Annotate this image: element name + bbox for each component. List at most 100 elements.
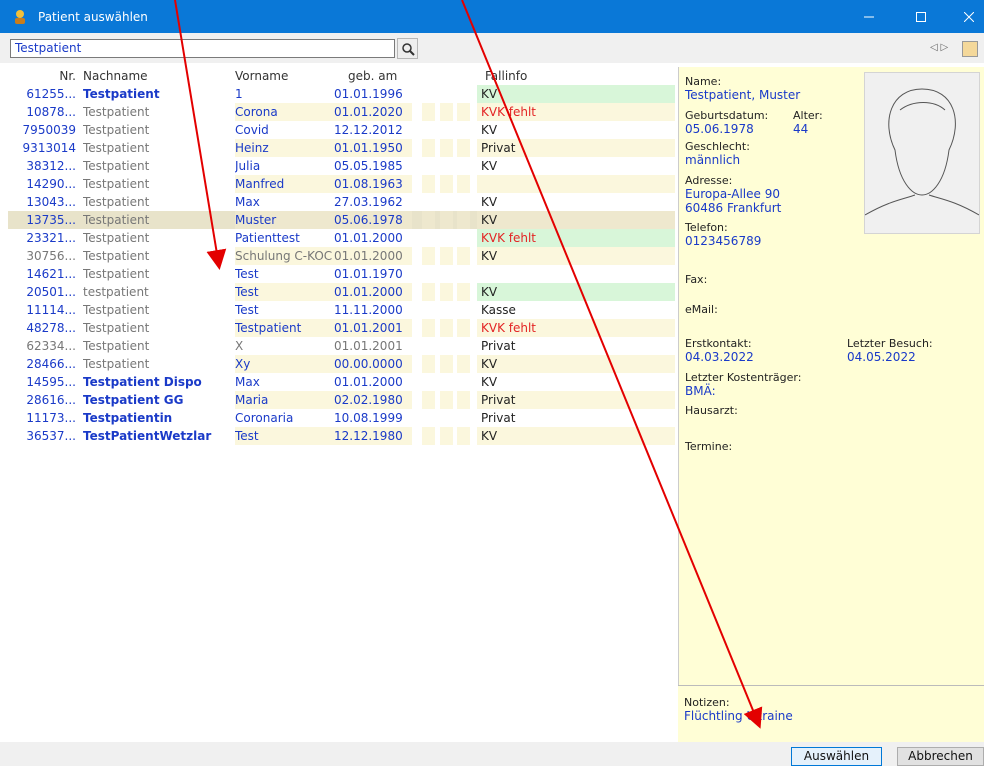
payer-label: Letzter Kostenträger: [685, 371, 802, 384]
cell-blank [422, 283, 435, 301]
search-icon[interactable] [397, 38, 418, 59]
cell-fallinfo: KV [477, 211, 675, 229]
cell-blank [422, 427, 435, 445]
dob-label: Geburtsdatum: [685, 109, 769, 122]
cell-nr: 62334... [26, 339, 76, 353]
cell-fallinfo: KV [477, 247, 675, 265]
table-row[interactable]: 30756... Testpatient Schulung C-KOC 01.01.2… [8, 247, 675, 265]
column-header-nachname[interactable]: Nachname [83, 67, 223, 85]
column-header-geb[interactable]: geb. am [334, 67, 412, 85]
cell-nachname: TestPatientWetzlar [83, 429, 212, 443]
cell-blank [440, 319, 453, 337]
cell-fallinfo: Privat [481, 411, 516, 425]
table-row[interactable]: 14290... Testpatient Manfred 01.08.1963 [8, 175, 675, 193]
table-row[interactable]: 48278... Testpatient Testpatient 01.01.2001… [8, 319, 675, 337]
table-row[interactable]: 10878... Testpatient Corona 01.01.2020 KVK f… [8, 103, 675, 121]
table-row[interactable]: 38312... Testpatient Julia 05.05.1985 KV [8, 157, 675, 175]
cell-geb: 02.02.1980 [334, 391, 412, 409]
cell-nachname: Testpatient [83, 87, 160, 101]
table-row[interactable]: 14621... Testpatient Test 01.01.1970 [8, 265, 675, 283]
first-contact-label: Erstkontakt: [685, 337, 752, 350]
cell-vorname: Max [235, 195, 260, 209]
cell-geb: 12.12.2012 [334, 123, 403, 137]
column-header-blank[interactable] [440, 67, 453, 85]
cell-nachname: Testpatient [83, 231, 150, 245]
column-header-nr[interactable]: Nr. [8, 67, 76, 85]
cell-blank [457, 85, 470, 103]
table-row[interactable]: 28616... Testpatient GG Maria 02.02.1980 Pri… [8, 391, 675, 409]
cell-fallinfo: KV [477, 355, 675, 373]
cell-geb: 05.06.1978 [334, 211, 412, 229]
table-row[interactable]: 13043... Testpatient Max 27.03.1962 KV [8, 193, 675, 211]
cell-geb: 01.01.2000 [334, 231, 403, 245]
table-row[interactable]: 28466... Testpatient Xy 00.00.0000 KV [8, 355, 675, 373]
table-row[interactable]: 20501... testpatient Test 01.01.2000 KV [8, 283, 675, 301]
select-button[interactable]: Auswählen [791, 747, 882, 766]
cell-vorname: Test [235, 427, 337, 445]
cell-blank [440, 103, 453, 121]
cell-blank [457, 337, 470, 355]
cell-vorname: Test [235, 283, 337, 301]
minimize-icon[interactable] [846, 0, 892, 33]
column-header-fallinfo[interactable]: Fallinfo [477, 67, 675, 85]
cancel-button[interactable]: Abbrechen [897, 747, 984, 766]
cell-vorname: Test [235, 303, 259, 317]
cell-blank [440, 85, 453, 103]
cell-blank [422, 211, 435, 229]
calendar-icon[interactable] [962, 41, 978, 57]
cell-nachname: Testpatient [83, 303, 150, 317]
cell-vorname: Corona [235, 103, 337, 121]
table-row[interactable]: 14595... Testpatient Dispo Max 01.01.2000 KV [8, 373, 675, 391]
window-title: Patient auswählen [38, 10, 148, 24]
cell-fallinfo: Privat [477, 139, 675, 157]
cell-nr: 23321... [26, 231, 76, 245]
cell-blank [422, 193, 435, 211]
cell-blank [457, 247, 470, 265]
cell-nachname: Testpatient [83, 141, 150, 155]
cell-blank [440, 301, 453, 319]
cell-blank [422, 409, 435, 427]
close-icon[interactable] [946, 0, 984, 33]
cell-nachname: Testpatientin [83, 411, 173, 425]
cell-geb: 01.01.1950 [334, 139, 412, 157]
table-row[interactable]: 11173... Testpatientin Coronaria 10.08.1999… [8, 409, 675, 427]
age-value: 44 [793, 122, 809, 136]
column-header-vorname[interactable]: Vorname [235, 67, 337, 85]
column-header-blank[interactable] [457, 67, 470, 85]
cell-vorname: Maria [235, 391, 337, 409]
cell-blank [457, 193, 470, 211]
cell-blank [422, 157, 435, 175]
table-row[interactable]: 13735... Testpatient Muster 05.06.1978 KV [8, 211, 675, 229]
cell-blank [457, 229, 470, 247]
cell-fallinfo: Kasse [481, 303, 516, 317]
cell-blank [422, 391, 435, 409]
cell-fallinfo: KVK fehlt [477, 229, 675, 247]
table-row[interactable]: 11114... Testpatient Test 11.11.2000 Kasse [8, 301, 675, 319]
cell-nr: 13735... [26, 213, 76, 227]
cell-nr: 11173... [26, 411, 76, 425]
nav-arrows-icon[interactable]: ◁ ▷ [930, 42, 948, 53]
cell-blank [457, 301, 470, 319]
age-label: Alter: [793, 109, 823, 122]
cell-fallinfo: Privat [481, 339, 516, 353]
cell-blank [440, 283, 453, 301]
maximize-icon[interactable] [898, 0, 944, 33]
cell-fallinfo: KV [477, 85, 675, 103]
first-contact-value: 04.03.2022 [685, 350, 754, 364]
cell-vorname: 1 [235, 87, 243, 101]
table-row[interactable]: 36537... TestPatientWetzlar Test 12.12.1980… [8, 427, 675, 445]
table-row[interactable]: 23321... Testpatient Patienttest 01.01.2000… [8, 229, 675, 247]
column-header-blank[interactable] [422, 67, 435, 85]
table-row[interactable]: 7950039 Testpatient Covid 12.12.2012 KV [8, 121, 675, 139]
cell-vorname: Coronaria [235, 411, 294, 425]
cell-fallinfo [477, 175, 675, 193]
cell-blank [422, 85, 435, 103]
table-row[interactable]: 62334... Testpatient X 01.01.2001 Privat [8, 337, 675, 355]
search-input[interactable]: Testpatient [10, 39, 395, 58]
table-row[interactable]: 9313014 Testpatient Heinz 01.01.1950 Privat [8, 139, 675, 157]
appointments-label: Termine: [685, 440, 733, 453]
cell-blank [440, 391, 453, 409]
table-row[interactable]: 61255... Testpatient 1 01.01.1996 KV [8, 85, 675, 103]
cell-blank [440, 121, 453, 139]
cell-blank [457, 103, 470, 121]
